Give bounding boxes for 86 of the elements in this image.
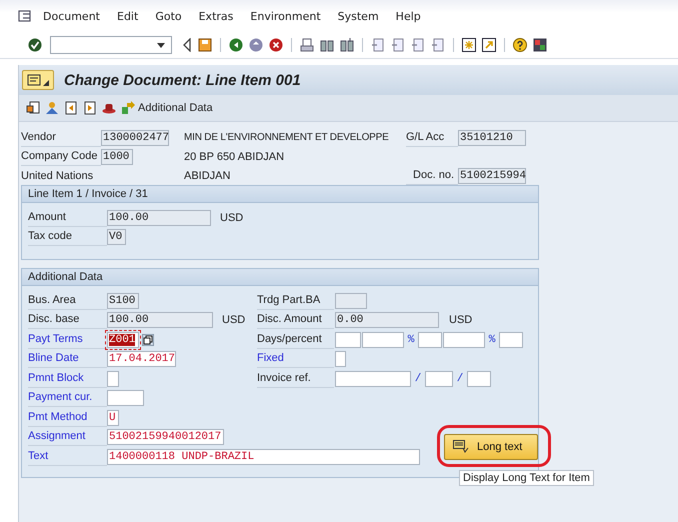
discount-base-field[interactable]: 100.00 (107, 312, 213, 328)
page-icon[interactable] (391, 38, 405, 52)
payment-currency-field[interactable] (107, 390, 144, 406)
shortcut-icon[interactable] (482, 38, 496, 52)
invoice-reference-field[interactable] (467, 370, 491, 387)
days-field[interactable] (418, 332, 442, 348)
percent-field[interactable] (362, 332, 404, 348)
menu-icon[interactable] (18, 10, 32, 22)
percent-sign: % (488, 334, 496, 346)
person-icon[interactable] (45, 101, 59, 115)
menu-item[interactable]: Environment (250, 10, 321, 22)
percent-sign: % (406, 334, 416, 346)
layout-icon[interactable] (533, 38, 547, 52)
separator-slash: / (456, 372, 464, 385)
separator-slash: / (414, 372, 422, 385)
currency-label: USD (222, 314, 246, 326)
business-area-field[interactable]: S100 (107, 292, 139, 309)
group-title: Additional Data (22, 269, 538, 286)
document-number-field[interactable]: 5100215994 (458, 168, 526, 184)
company-code-field[interactable]: 1000 (101, 148, 133, 164)
cancel-icon[interactable] (269, 38, 283, 52)
vendor-address: 20 BP 650 ABIDJAN (184, 150, 286, 164)
trading-partner-field[interactable] (335, 292, 367, 309)
payment-block-field[interactable] (107, 370, 119, 387)
currency-label: USD (220, 212, 244, 224)
copy-icon[interactable] (142, 334, 154, 346)
payment-terms-field[interactable]: Z001 (107, 332, 139, 348)
baseline-date-field[interactable]: 17.04.2017 (107, 351, 176, 368)
menu-item[interactable]: Goto (155, 10, 182, 22)
percent-field[interactable] (443, 332, 485, 348)
dropdown-icon[interactable] (157, 42, 165, 48)
menu-item[interactable]: Edit (117, 10, 138, 22)
tooltip: Display Long Text for Item (459, 470, 594, 486)
additional-data-button[interactable]: Additional Data (121, 101, 213, 115)
currency-label: USD (449, 314, 472, 326)
print-icon[interactable] (300, 38, 314, 52)
fixed-field[interactable] (335, 351, 346, 368)
vendor-name: MIN DE L'ENVIRONNEMENT ET DEVELOPPE (184, 130, 389, 144)
payment-method-field[interactable]: U (107, 410, 119, 426)
page-icon[interactable] (411, 38, 425, 52)
menu-button[interactable] (22, 70, 54, 90)
tax-code-field[interactable]: V0 (107, 229, 126, 246)
field-label: Disc. Amount (257, 311, 334, 330)
text-field[interactable]: 1400000118 UNDP-BRAZIL (107, 448, 420, 465)
find-icon[interactable] (320, 38, 334, 52)
assignment-field[interactable]: 51002159940012017 (107, 429, 224, 446)
days-field[interactable] (335, 332, 361, 348)
field-label: Invoice ref. (257, 370, 334, 388)
menu-item[interactable]: System (338, 10, 379, 22)
find-next-icon[interactable] (340, 38, 354, 52)
previous-page-icon[interactable] (64, 101, 78, 115)
enter-icon[interactable] (28, 38, 42, 52)
caret-icon (43, 80, 49, 86)
back-triangle-icon[interactable] (182, 38, 192, 52)
page-icon[interactable] (431, 38, 445, 52)
menu-item[interactable]: Extras (198, 10, 234, 22)
gl-account-field[interactable]: 35101210 (458, 130, 526, 146)
new-window-icon[interactable] (462, 38, 476, 52)
amount-field[interactable]: 100.00 (107, 210, 211, 226)
invoice-reference-field[interactable] (335, 370, 411, 387)
invoice-reference-field[interactable] (425, 370, 453, 387)
vendor-city: ABIDJAN (184, 168, 232, 182)
field-label: Days/percent (257, 330, 334, 349)
command-field[interactable] (50, 36, 172, 54)
company-name: United Nations (21, 168, 94, 182)
days-field[interactable] (499, 332, 523, 348)
field-label: Trdg Part.BA (257, 292, 334, 310)
vendor-field[interactable]: 1300002477 (101, 130, 169, 146)
hat-icon[interactable] (102, 101, 116, 115)
page-icon[interactable] (371, 38, 385, 52)
menu-item[interactable]: Help (396, 10, 421, 22)
menu-item[interactable]: Document (43, 10, 100, 22)
back-icon[interactable] (229, 38, 243, 52)
document-icon[interactable] (26, 101, 40, 115)
next-page-icon[interactable] (83, 101, 97, 115)
menu-list-icon (27, 74, 41, 86)
field-label: Fixed (257, 350, 334, 368)
exit-icon[interactable] (249, 38, 263, 52)
screen-title: Change Document: Line Item 001 (64, 72, 301, 88)
long-text-button[interactable]: Long text (444, 434, 538, 460)
help-icon[interactable] (513, 38, 527, 52)
discount-amount-field[interactable]: 0.00 (335, 312, 439, 328)
note-icon (453, 440, 469, 453)
save-icon[interactable] (198, 38, 212, 52)
arrow-icon (121, 101, 135, 115)
group-title: Line Item 1 / Invoice / 31 (22, 186, 538, 203)
